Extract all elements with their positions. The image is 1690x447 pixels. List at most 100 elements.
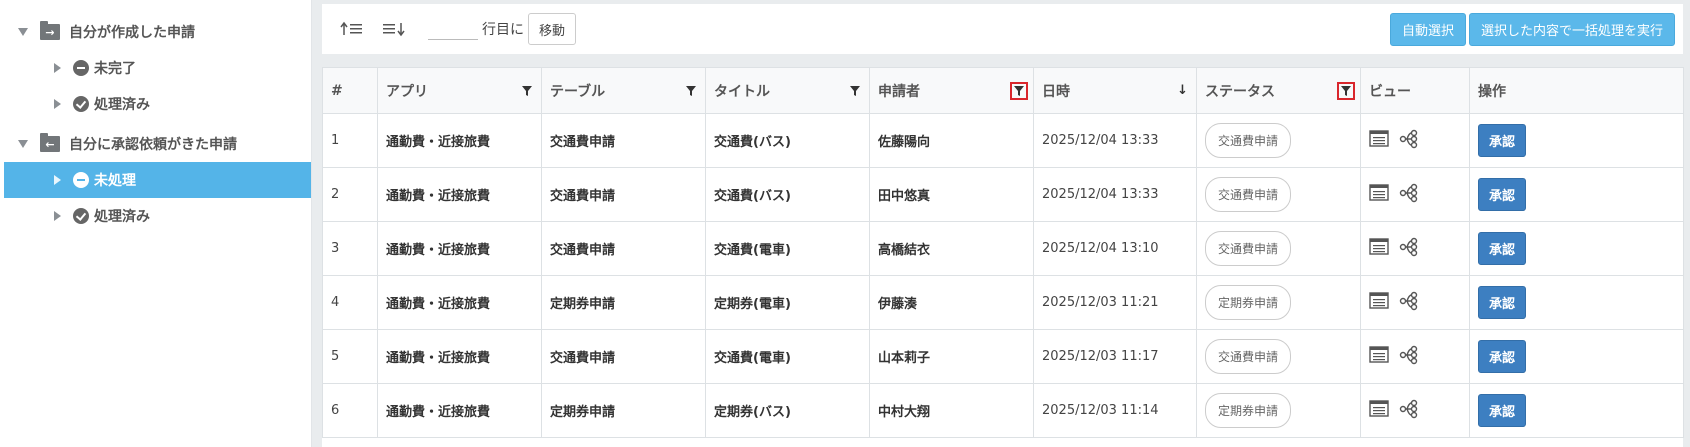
filter-icon[interactable] xyxy=(521,85,533,97)
tree-item-incomplete[interactable]: 未完了 xyxy=(0,50,311,86)
cell-table: 交通費申請 xyxy=(541,113,706,168)
cell-view xyxy=(1360,167,1470,222)
column-header-num[interactable]: # xyxy=(322,67,378,114)
cell-app: 通勤費・近接旅費 xyxy=(377,221,542,276)
column-header-datetime[interactable]: 日時 ↓ xyxy=(1033,67,1197,114)
cell-status: 定期券申請 xyxy=(1196,275,1361,330)
table-row[interactable]: 2 通勤費・近接旅費 交通費申請 交通費(バス) 田中悠真 2025/12/04… xyxy=(322,167,1684,222)
status-badge: 定期券申請 xyxy=(1205,393,1292,428)
cell-datetime: 2025/12/04 13:33 xyxy=(1033,167,1197,222)
form-view-icon[interactable] xyxy=(1369,238,1389,259)
cell-datetime: 2025/12/04 13:10 xyxy=(1033,221,1197,276)
cell-title: 交通費(電車) xyxy=(705,221,870,276)
header-label: テーブル xyxy=(550,83,606,100)
folder-outgoing-icon: → xyxy=(40,21,60,40)
cell-status: 交通費申請 xyxy=(1196,113,1361,168)
form-view-icon[interactable] xyxy=(1369,400,1389,421)
sort-down-arrow-icon[interactable]: ↓ xyxy=(1177,83,1188,98)
filter-icon[interactable] xyxy=(685,85,697,97)
tree-item-processed[interactable]: 処理済み xyxy=(0,86,311,122)
collapsed-arrow-icon[interactable] xyxy=(54,63,61,73)
workflow-icon[interactable] xyxy=(1399,291,1419,315)
cell-datetime: 2025/12/04 13:33 xyxy=(1033,113,1197,168)
column-header-title[interactable]: タイトル xyxy=(705,67,870,114)
cell-app: 通勤費・近接旅費 xyxy=(377,383,542,438)
filter-icon[interactable] xyxy=(849,85,861,97)
workflow-icon[interactable] xyxy=(1399,183,1419,207)
header-label: ビュー xyxy=(1369,83,1411,100)
cell-num: 1 xyxy=(322,113,378,168)
cell-status: 交通費申請 xyxy=(1196,221,1361,276)
cell-datetime: 2025/12/03 11:21 xyxy=(1033,275,1197,330)
check-circle-icon xyxy=(73,208,89,224)
expand-arrow-icon[interactable] xyxy=(18,28,28,36)
approve-button[interactable]: 承認 xyxy=(1478,178,1526,211)
tree-item-label: 処理済み xyxy=(94,209,150,225)
cell-action: 承認 xyxy=(1469,221,1684,276)
collapsed-arrow-icon[interactable] xyxy=(54,99,61,109)
status-badge: 定期券申請 xyxy=(1205,285,1292,320)
expand-arrow-icon[interactable] xyxy=(18,140,28,148)
workflow-icon[interactable] xyxy=(1399,399,1419,423)
column-header-app[interactable]: アプリ xyxy=(377,67,542,114)
column-header-action: 操作 xyxy=(1469,67,1684,114)
sort-descending-icon[interactable] xyxy=(382,19,408,39)
row-label: 行目に xyxy=(482,22,524,38)
form-view-icon[interactable] xyxy=(1369,184,1389,205)
workflow-icon[interactable] xyxy=(1399,345,1419,369)
tree-group-approval-requests[interactable]: ← 自分に承認依頼がきた申請 xyxy=(0,126,311,162)
workflow-icon[interactable] xyxy=(1399,237,1419,261)
filter-active-icon[interactable] xyxy=(1337,81,1355,100)
cell-status: 交通費申請 xyxy=(1196,329,1361,384)
table-row[interactable]: 6 通勤費・近接旅費 定期券申請 定期券(バス) 中村大翔 2025/12/03… xyxy=(322,383,1684,438)
table-row[interactable]: 3 通勤費・近接旅費 交通費申請 交通費(電車) 高橋結衣 2025/12/04… xyxy=(322,221,1684,276)
folder-incoming-icon: ← xyxy=(40,133,60,152)
collapsed-arrow-icon[interactable] xyxy=(54,211,61,221)
approve-button[interactable]: 承認 xyxy=(1478,286,1526,319)
status-badge: 交通費申請 xyxy=(1205,231,1292,266)
cell-applicant: 伊藤湊 xyxy=(869,275,1034,330)
cell-app: 通勤費・近接旅費 xyxy=(377,275,542,330)
check-circle-icon xyxy=(73,96,89,112)
column-header-applicant[interactable]: 申請者 xyxy=(869,67,1034,114)
workflow-icon[interactable] xyxy=(1399,129,1419,153)
cell-num: 5 xyxy=(322,329,378,384)
cell-table: 交通費申請 xyxy=(541,167,706,222)
approve-button[interactable]: 承認 xyxy=(1478,394,1526,427)
tree-item-label: 未完了 xyxy=(94,61,136,77)
cell-view xyxy=(1360,275,1470,330)
toolbar: 行目に 移動 自動選択 選択した内容で一括処理を実行 xyxy=(322,4,1683,54)
move-button[interactable]: 移動 xyxy=(528,13,577,45)
auto-select-button[interactable]: 自動選択 xyxy=(1389,13,1466,46)
header-label: 操作 xyxy=(1478,83,1506,100)
table-row[interactable]: 1 通勤費・近接旅費 交通費申請 交通費(バス) 佐藤陽向 2025/12/04… xyxy=(322,113,1684,168)
form-view-icon[interactable] xyxy=(1369,130,1389,151)
sort-ascending-icon[interactable] xyxy=(340,19,366,39)
tree-item-processed[interactable]: 処理済み xyxy=(0,198,311,234)
tree-item-unprocessed[interactable]: 未処理 xyxy=(4,162,311,198)
collapsed-arrow-icon[interactable] xyxy=(54,175,61,185)
cell-datetime: 2025/12/03 11:17 xyxy=(1033,329,1197,384)
form-view-icon[interactable] xyxy=(1369,292,1389,313)
cell-applicant: 佐藤陽向 xyxy=(869,113,1034,168)
cell-action: 承認 xyxy=(1469,167,1684,222)
approve-button[interactable]: 承認 xyxy=(1478,232,1526,265)
table-row[interactable]: 5 通勤費・近接旅費 交通費申請 交通費(電車) 山本莉子 2025/12/03… xyxy=(322,329,1684,384)
cell-action: 承認 xyxy=(1469,113,1684,168)
approve-button[interactable]: 承認 xyxy=(1478,340,1526,373)
filter-active-icon[interactable] xyxy=(1010,81,1028,100)
cell-num: 4 xyxy=(322,275,378,330)
approve-button[interactable]: 承認 xyxy=(1478,124,1526,157)
column-header-status[interactable]: ステータス xyxy=(1196,67,1361,114)
bulk-process-button[interactable]: 選択した内容で一括処理を実行 xyxy=(1468,13,1675,46)
tree-group-created[interactable]: → 自分が作成した申請 xyxy=(0,14,311,50)
column-header-table[interactable]: テーブル xyxy=(541,67,706,114)
row-number-input[interactable] xyxy=(428,18,478,40)
cell-datetime: 2025/12/03 11:14 xyxy=(1033,383,1197,438)
header-label: # xyxy=(331,82,343,99)
tree-item-label: 未処理 xyxy=(94,173,136,189)
cell-app: 通勤費・近接旅費 xyxy=(377,329,542,384)
form-view-icon[interactable] xyxy=(1369,346,1389,367)
table-row[interactable]: 4 通勤費・近接旅費 定期券申請 定期券(電車) 伊藤湊 2025/12/03 … xyxy=(322,275,1684,330)
cell-applicant: 高橋結衣 xyxy=(869,221,1034,276)
